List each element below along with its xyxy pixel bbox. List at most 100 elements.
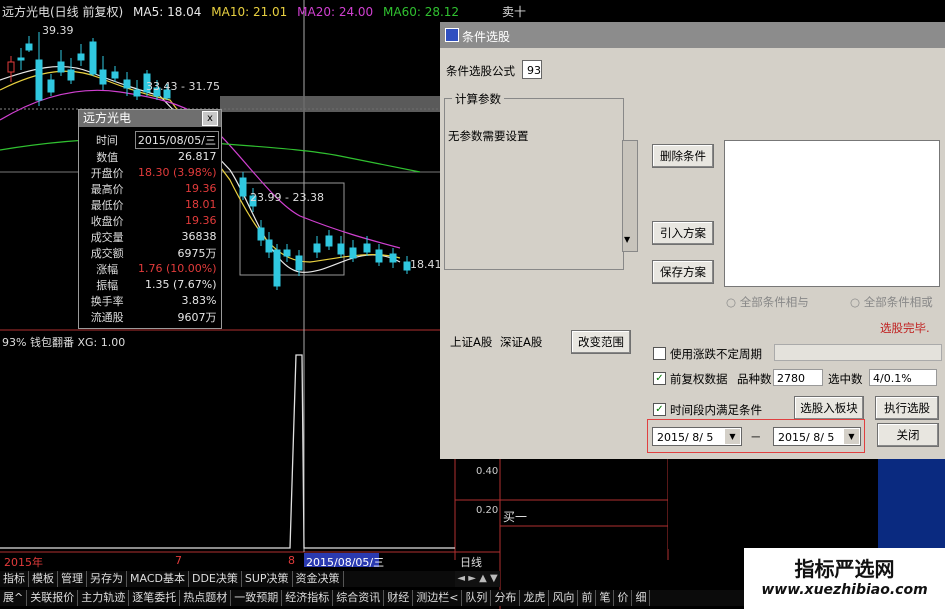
condition-list[interactable] (724, 140, 940, 287)
candle-body (295, 255, 303, 271)
close-button[interactable]: 关闭 (877, 423, 939, 447)
info-popup-title-text: 远方光电 (83, 111, 132, 125)
info-value: 9607万 (177, 310, 217, 324)
tab-item[interactable]: DDE决策 (189, 571, 242, 587)
change-range-button[interactable]: 改变范围 (571, 330, 631, 354)
tab-item[interactable]: 测边栏< (413, 590, 463, 606)
candle-body (133, 89, 141, 97)
date-to-picker[interactable]: 2015/ 8/ 5 ▼ (773, 427, 861, 446)
axis-year: 2015年 (4, 556, 43, 569)
tab-item[interactable]: 分布 (491, 590, 521, 606)
tab-item[interactable]: SUP决策 (242, 571, 293, 587)
candle-body (99, 69, 107, 85)
chevron-down-icon[interactable]: ▼ (844, 429, 859, 444)
tab-item[interactable]: 展^ (0, 590, 28, 606)
variable-period-checkbox[interactable] (653, 347, 666, 360)
dialog-title: 条件选股 (462, 30, 511, 44)
formula-select[interactable]: 93 (522, 60, 542, 79)
run-screen-button[interactable]: 执行选股 (875, 396, 939, 420)
tab-item[interactable]: 风向 (549, 590, 579, 606)
scroll-arrows[interactable]: ◄ ► ▲ ▼ (455, 571, 500, 587)
tab-item[interactable]: 综合资讯 (333, 590, 385, 606)
candle-body (363, 243, 371, 253)
tab-item[interactable]: 主力轨迹 (78, 590, 130, 606)
date-from-picker[interactable]: 2015/ 8/ 5 ▼ (652, 427, 742, 446)
ma60-value: MA60: 28.12 (383, 5, 460, 19)
adjust-data-checkbox[interactable]: ✓ (653, 372, 666, 385)
candle-body (7, 61, 15, 73)
info-table: 时间 2015/08/05/三 数值 26.817 开盘价 18.30 (3.98%) 最高… (79, 131, 220, 325)
tab-item[interactable]: 资金决策 (293, 571, 344, 587)
time-range-checkbox[interactable]: ✓ (653, 403, 666, 416)
selected-value: 4/0.1% (869, 369, 937, 386)
dialog-titlebar[interactable]: 条件选股 (440, 22, 945, 48)
chevron-down-icon[interactable]: ▼ (725, 429, 740, 444)
info-key: 最高价 (90, 182, 124, 196)
info-value: 1.76 (10.00%) (137, 262, 217, 276)
info-key: 成交量 (90, 230, 124, 244)
info-row: 成交额 6975万 (79, 245, 219, 261)
no-params-text: 无参数需要设置 (448, 129, 529, 143)
date-from-value: 2015/ 8/ 5 (657, 431, 714, 444)
info-key: 涨幅 (96, 262, 119, 276)
info-key: 最低价 (90, 198, 124, 212)
info-value: 18.01 (185, 198, 217, 212)
range1-label: 33.43 - 31.75 (146, 80, 220, 93)
info-value: 36838 (181, 230, 217, 244)
candle-body (389, 253, 397, 263)
info-row: 流通股 9607万 (79, 309, 219, 325)
tab-item[interactable]: 经济指标 (282, 590, 334, 606)
tab-item[interactable]: 指标 (0, 571, 29, 587)
indicator-tab-bar[interactable]: 指标 模板 管理 另存为 MACD基本 DDE决策 SUP决策 资金决策 (0, 571, 455, 587)
period-input[interactable] (774, 344, 942, 361)
tab-item[interactable]: 前 (578, 590, 597, 606)
close-icon[interactable]: x (202, 111, 218, 126)
period-label[interactable]: 日线 (460, 554, 482, 570)
site-watermark: 指标严选网 www.xuezhibiao.com (744, 548, 945, 609)
info-value: 3.83% (181, 294, 217, 308)
delete-condition-button[interactable]: 删除条件 (652, 144, 714, 168)
info-row: 时间 2015/08/05/三 (79, 131, 220, 149)
tab-item[interactable]: 逐笔委托 (129, 590, 181, 606)
tab-item[interactable]: 队列 (462, 590, 492, 606)
info-value: 6975万 (177, 246, 217, 260)
candle-body (283, 249, 291, 257)
import-plan-button[interactable]: 引入方案 (652, 221, 714, 245)
save-plan-button[interactable]: 保存方案 (652, 260, 714, 284)
tab-item[interactable]: 另存为 (87, 571, 127, 587)
add-to-block-button[interactable]: 选股入板块 (794, 396, 864, 420)
xg-indicator-line (0, 354, 455, 549)
info-key: 收盘价 (90, 214, 124, 228)
tab-item[interactable]: 关联报价 (27, 590, 79, 606)
buy-one-label: 买一 (503, 510, 528, 524)
radio-or[interactable]: ○ 全部条件相或 (850, 294, 933, 310)
info-tab-bar[interactable]: 展^ 关联报价 主力轨迹 逐笔委托 热点题材 一致预期 经济指标 综合资讯 财经 测边栏< 队列 分布… (0, 590, 744, 606)
info-key: 开盘价 (90, 166, 124, 180)
tab-item[interactable]: 龙虎 (520, 590, 550, 606)
tab-item[interactable]: 一致预期 (231, 590, 283, 606)
info-row: 收盘价 19.36 (79, 213, 219, 229)
radio-and[interactable]: ○ 全部条件相与 (726, 294, 809, 310)
market-shanghai-a: 上证A股 (450, 335, 493, 349)
time-range-label: 时间段内满足条件 (670, 403, 762, 417)
tab-item[interactable]: 细 (632, 590, 651, 606)
tab-item[interactable]: 热点题材 (180, 590, 232, 606)
info-row: 数值 26.817 (79, 149, 219, 165)
tab-item[interactable]: 模板 (29, 571, 58, 587)
indicator-header: 93% 钱包翻番 XG: 1.00 (2, 336, 126, 349)
order-book-header: 卖十 (502, 5, 527, 19)
chart-header: 远方光电(日线 前复权) MA5: 18.04 MA10: 21.01 MA20… (2, 3, 465, 20)
stock-screener-dialog[interactable]: 条件选股 条件选股公式 93 计算参数 无参数需要设置 ▼ 删除条件 引入方案 … (440, 22, 945, 459)
tab-item[interactable]: 价 (614, 590, 633, 606)
tab-item[interactable]: MACD基本 (127, 571, 189, 587)
tab-item[interactable]: 管理 (58, 571, 87, 587)
axis-month-8: 8 (288, 554, 295, 567)
scroll-down-icon[interactable]: ▼ (624, 235, 630, 244)
candle-body (89, 41, 97, 75)
info-popup-title[interactable]: 远方光电 x (79, 110, 221, 127)
quote-info-popup[interactable]: 远方光电 x 时间 2015/08/05/三 数值 26.817 开盘价 18.30 (3… (78, 109, 222, 329)
tab-item[interactable]: 财经 (384, 590, 414, 606)
info-row: 振幅 1.35 (7.67%) (79, 277, 219, 293)
tab-item[interactable]: 笔 (596, 590, 615, 606)
info-row: 换手率 3.83% (79, 293, 219, 309)
